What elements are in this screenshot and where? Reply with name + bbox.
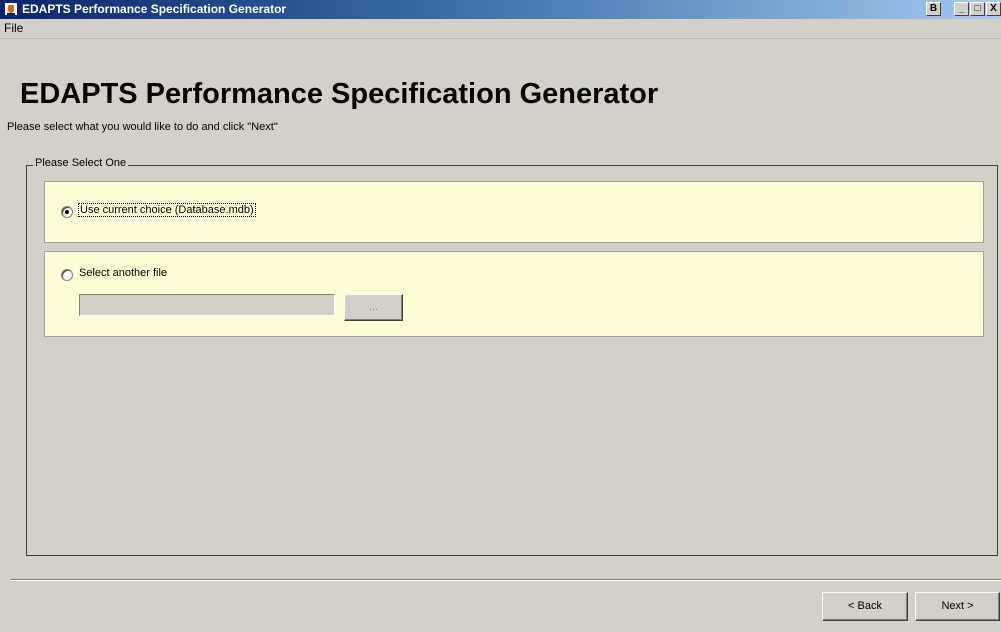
option-other-label[interactable]: Select another file [79, 267, 167, 279]
page-subtitle: Please select what you would like to do … [7, 121, 278, 133]
radio-another-file[interactable] [61, 269, 73, 281]
next-button[interactable]: Next > [915, 592, 1000, 621]
menu-file[interactable]: File [4, 21, 23, 35]
footer-divider [10, 579, 1001, 581]
option-current-label[interactable]: Use current choice (Database.mdb) [78, 203, 256, 217]
browse-button[interactable]: ... [344, 294, 403, 321]
java-icon [4, 2, 18, 16]
menu-bar: File [0, 19, 1001, 39]
minimize-icon[interactable]: _ [954, 2, 969, 16]
title-bar[interactable]: EDAPTS Performance Specification Generat… [0, 0, 1001, 19]
back-button[interactable]: < Back [822, 592, 908, 621]
window-title: EDAPTS Performance Specification Generat… [22, 2, 287, 16]
restore-icon[interactable]: B [926, 2, 941, 16]
page-title: EDAPTS Performance Specification Generat… [20, 78, 659, 110]
radio-current-choice[interactable] [61, 206, 73, 218]
option-other-panel[interactable]: Select another file ... [44, 251, 984, 337]
file-path-field[interactable] [79, 294, 335, 316]
close-icon[interactable]: X [986, 2, 1001, 16]
group-label: Please Select One [33, 157, 129, 169]
maximize-icon[interactable]: □ [970, 2, 985, 16]
option-current-panel[interactable]: Use current choice (Database.mdb) [44, 181, 984, 243]
